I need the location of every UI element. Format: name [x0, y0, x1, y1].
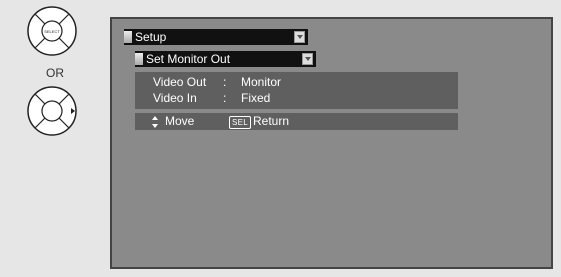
separator: :	[223, 91, 227, 105]
setup-title: Setup	[135, 30, 167, 44]
video-in-value: Fixed	[241, 91, 271, 105]
settings-panel: Video Out : Monitor Video In : Fixed	[135, 72, 458, 109]
right-arrow-button[interactable]	[0, 80, 110, 142]
return-label: Return	[253, 114, 290, 128]
tv-screen: Setup Set Monitor Out Video Out : Monito…	[110, 17, 553, 269]
menu-marker-icon	[124, 31, 132, 43]
select-button[interactable]: SELECT	[0, 0, 110, 62]
video-in-label: Video In	[153, 91, 197, 105]
dropdown-arrow-icon[interactable]	[294, 31, 305, 43]
video-out-value: Monitor	[241, 75, 282, 89]
separator: :	[223, 75, 227, 89]
menu-marker-icon	[135, 53, 143, 65]
navigation-hint-bar: Move SEL Return	[135, 113, 458, 130]
dropdown-arrow-icon[interactable]	[302, 53, 313, 65]
sel-key-icon: SEL	[229, 116, 252, 129]
set-monitor-out-header[interactable]: Set Monitor Out	[135, 51, 316, 67]
video-out-label: Video Out	[153, 75, 207, 89]
or-label: OR	[46, 66, 64, 80]
remote-instructions: SELECT OR	[0, 0, 110, 277]
up-down-arrow-icon	[152, 116, 158, 128]
setup-menu-header[interactable]: Setup	[124, 29, 308, 45]
move-label: Move	[165, 114, 195, 128]
set-monitor-out-title: Set Monitor Out	[146, 52, 231, 66]
select-label: SELECT	[44, 29, 60, 34]
